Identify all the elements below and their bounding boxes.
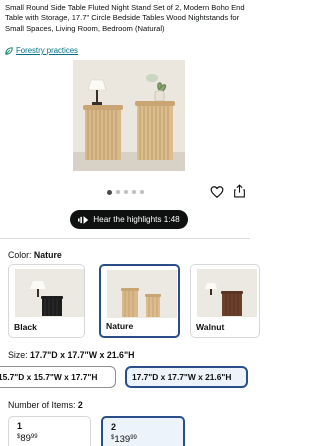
nature-table-thumbnail <box>107 270 177 318</box>
items-label: Number of Items: 2 <box>8 400 83 410</box>
share-icon[interactable] <box>233 184 246 198</box>
color-option-black[interactable]: Black <box>8 264 85 338</box>
carousel-dot[interactable] <box>106 189 112 195</box>
forestry-practices-badge[interactable]: Forestry practices <box>5 45 78 56</box>
carousel-dot[interactable] <box>139 190 144 194</box>
heart-icon[interactable] <box>210 185 224 199</box>
items-price: $13999 <box>111 434 137 445</box>
color-option-walnut[interactable]: Walnut <box>190 264 260 338</box>
section-divider <box>0 238 250 239</box>
black-table-thumbnail <box>15 269 84 317</box>
items-count: 1 <box>17 421 23 431</box>
items-option-1[interactable]: 1 $8999 <box>8 416 91 446</box>
color-option-nature[interactable]: Nature <box>99 264 180 338</box>
leaf-icon <box>5 46 13 55</box>
items-price: $8999 <box>17 433 38 444</box>
short-table <box>135 101 175 160</box>
hear-highlights-button[interactable]: Hear the highlights 1:48 <box>70 210 188 229</box>
color-option-label: Nature <box>106 321 134 331</box>
highlights-label: Hear the highlights 1:48 <box>93 215 180 224</box>
color-option-label: Black <box>14 322 37 332</box>
size-option-small[interactable]: 15.7"D x 15.7"W x 17.7"H <box>0 366 116 388</box>
carousel-dot[interactable] <box>123 190 128 194</box>
audio-waveform-icon <box>78 215 89 224</box>
items-count: 2 <box>111 422 117 432</box>
badge-label: Forestry practices <box>16 46 78 55</box>
carousel-dot[interactable] <box>115 190 120 194</box>
size-option-large[interactable]: 17.7"D x 17.7"W x 21.6"H <box>125 366 248 388</box>
size-label: Size: 17.7"D x 17.7"W x 21.6"H <box>8 350 135 360</box>
product-title: Small Round Side Table Fluted Night Stan… <box>5 3 245 33</box>
items-option-2[interactable]: 2 $13999 <box>101 416 185 446</box>
carousel-dot[interactable] <box>131 190 136 194</box>
product-image[interactable] <box>73 60 185 171</box>
color-option-label: Walnut <box>196 322 225 332</box>
tall-table <box>83 105 123 160</box>
walnut-table-thumbnail <box>197 269 257 317</box>
color-label: Color: Nature <box>8 250 62 260</box>
